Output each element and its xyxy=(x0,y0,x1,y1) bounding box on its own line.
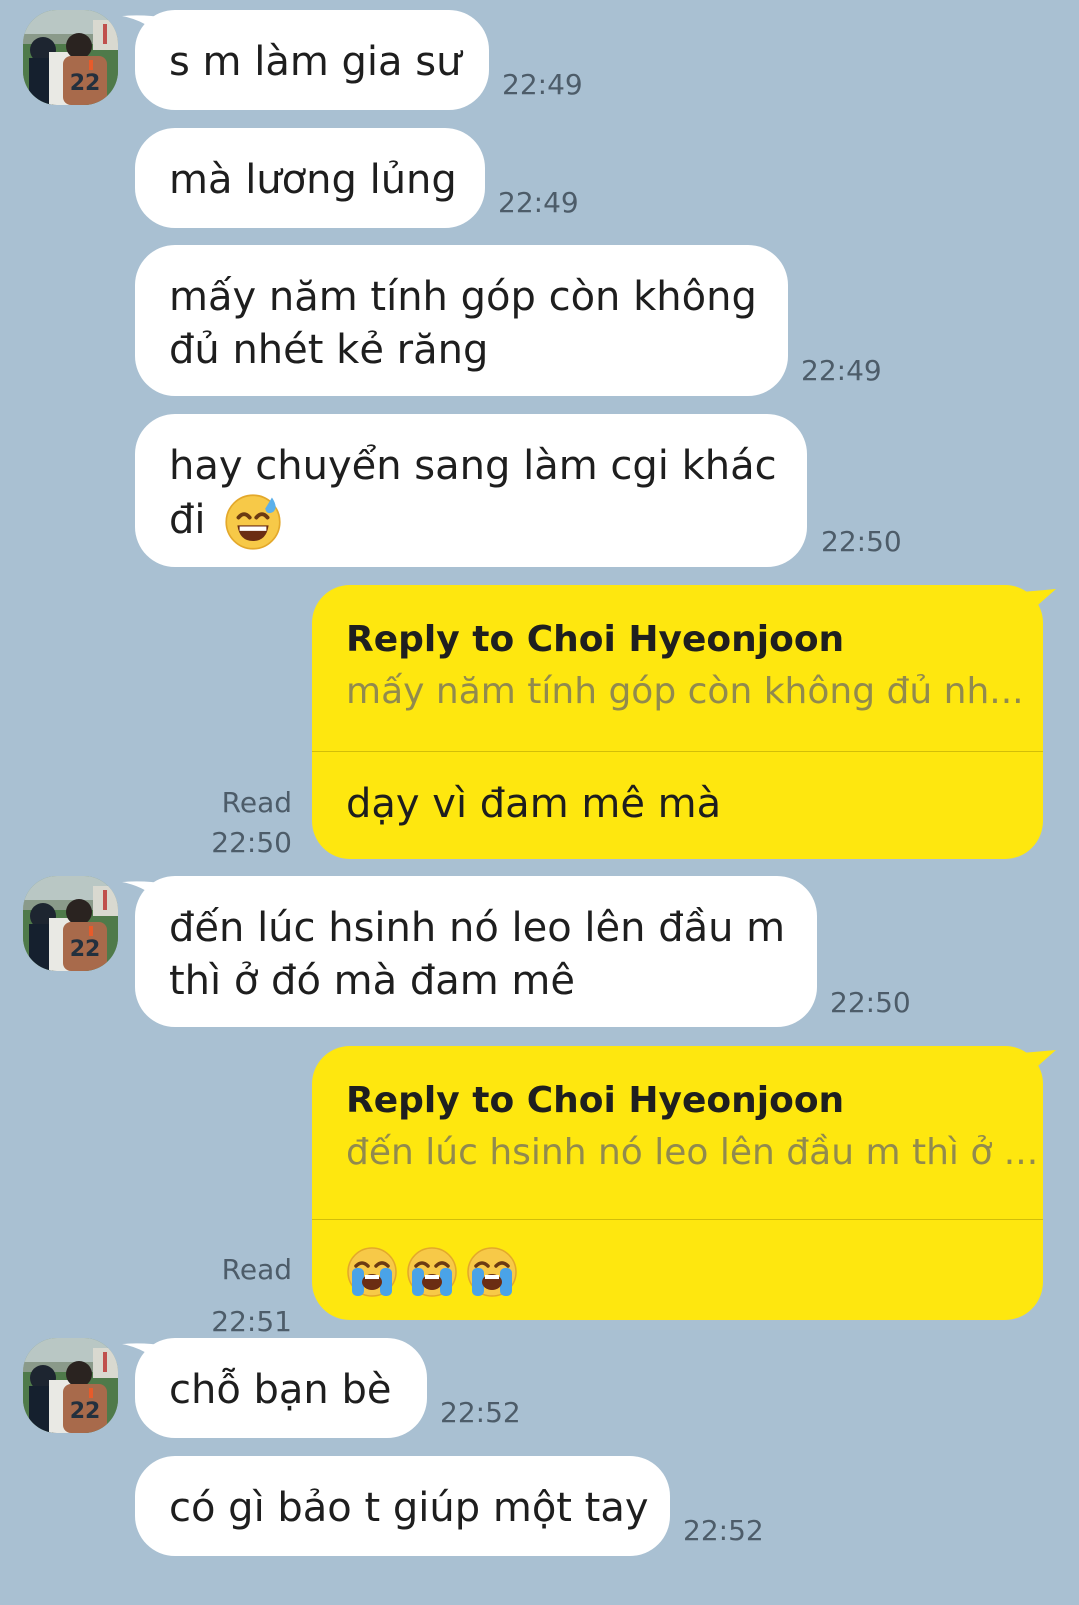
message-timestamp: 22:49 xyxy=(498,186,579,219)
reply-quote-block[interactable]: Reply to Choi Hyeonjoon đến lúc hsinh nó… xyxy=(312,1046,1043,1220)
message-bubble-outgoing-reply[interactable]: Reply to Choi Hyeonjoon đến lúc hsinh nó… xyxy=(312,1046,1043,1320)
read-receipt: Read 22:51 xyxy=(202,1244,292,1348)
message-timestamp: 22:50 xyxy=(830,986,911,1019)
message-text-line: mấy năm tính góp còn không xyxy=(169,274,757,320)
read-status: Read xyxy=(221,786,292,819)
message-timestamp: 22:49 xyxy=(502,68,583,101)
message-timestamp: 22:49 xyxy=(801,354,882,387)
message-text: s m làm gia sư xyxy=(169,39,462,85)
message-text-line: thì ở đó mà đam mê xyxy=(169,958,575,1004)
reply-title: Reply to Choi Hyeonjoon xyxy=(346,1080,845,1121)
contact-avatar[interactable] xyxy=(23,1338,118,1433)
message-bubble-incoming[interactable]: chỗ bạn bè xyxy=(135,1338,427,1438)
message-timestamp: 22:50 xyxy=(211,826,292,859)
message-text-line: đủ nhét kẻ răng xyxy=(169,327,489,373)
reply-quote-text: đến lúc hsinh nó leo lên đầu m thì ở ... xyxy=(346,1132,1039,1173)
reply-quote-block[interactable]: Reply to Choi Hyeonjoon mấy năm tính góp… xyxy=(312,585,1043,752)
message-timestamp: 22:50 xyxy=(821,525,902,558)
message-text: mà lương lủng xyxy=(169,157,457,203)
contact-avatar[interactable] xyxy=(23,10,118,105)
message-bubble-incoming[interactable]: đến lúc hsinh nó leo lên đầu m thì ở đó … xyxy=(135,876,817,1027)
message-text: có gì bảo t giúp một tay xyxy=(169,1485,649,1531)
reply-quote-text: mấy năm tính góp còn không đủ nh... xyxy=(346,671,1024,712)
bubble-tail xyxy=(1010,1050,1056,1084)
message-text-line: đi xyxy=(169,497,206,543)
message-emoji-row xyxy=(312,1220,1043,1320)
message-bubble-incoming[interactable]: s m làm gia sư xyxy=(135,10,489,110)
message-bubble-outgoing-reply[interactable]: Reply to Choi Hyeonjoon mấy năm tính góp… xyxy=(312,585,1043,859)
message-timestamp: 22:52 xyxy=(683,1514,764,1547)
message-text-line: đến lúc hsinh nó leo lên đầu m xyxy=(169,905,786,951)
message-text: dạy vì đam mê mà xyxy=(346,781,722,827)
read-status: Read xyxy=(221,1253,292,1286)
crying-face-emoji-icon xyxy=(466,1246,518,1298)
crying-face-emoji-icon xyxy=(346,1246,398,1298)
reply-title: Reply to Choi Hyeonjoon xyxy=(346,619,845,660)
message-bubble-incoming[interactable]: mà lương lủng xyxy=(135,128,485,228)
message-text-line: hay chuyển sang làm cgi khác xyxy=(169,443,777,489)
grinning-sweat-emoji-icon xyxy=(224,493,282,551)
message-bubble-incoming[interactable]: có gì bảo t giúp một tay xyxy=(135,1456,670,1556)
message-timestamp: 22:52 xyxy=(440,1396,521,1429)
bubble-tail xyxy=(1010,589,1056,623)
message-bubble-incoming[interactable]: hay chuyển sang làm cgi khác đi xyxy=(135,414,807,567)
contact-avatar[interactable] xyxy=(23,876,118,971)
message-bubble-incoming[interactable]: mấy năm tính góp còn không đủ nhét kẻ ră… xyxy=(135,245,788,396)
message-text: chỗ bạn bè xyxy=(169,1367,392,1413)
crying-face-emoji-icon xyxy=(406,1246,458,1298)
read-receipt: Read 22:50 xyxy=(202,783,292,863)
